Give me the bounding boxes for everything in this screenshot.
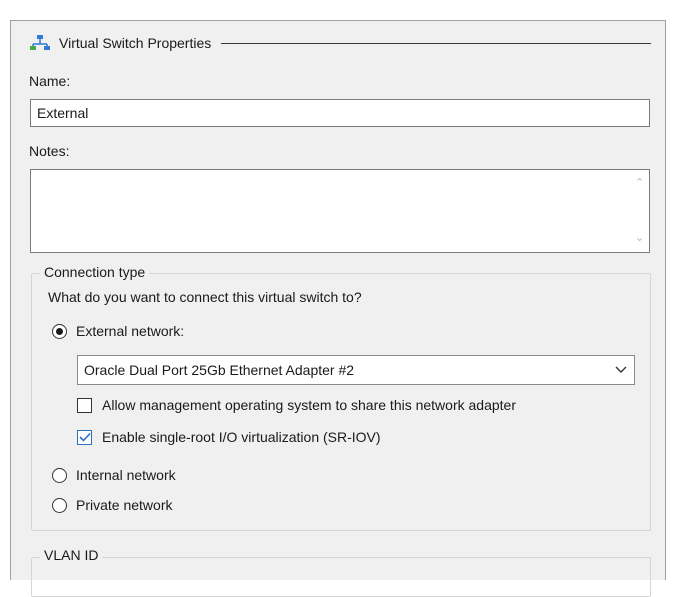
notes-label: Notes: [29, 143, 70, 159]
network-switch-icon [30, 35, 50, 50]
radio-internal-network[interactable]: Internal network [52, 467, 176, 483]
radio-button[interactable] [52, 497, 67, 513]
scroll-down-icon[interactable]: ⌄ [635, 233, 644, 244]
radio-button-selected[interactable] [52, 323, 67, 339]
checkbox-unchecked[interactable] [77, 397, 92, 413]
checkbox-enable-sr-iov[interactable]: Enable single-root I/O virtualization (S… [77, 429, 381, 445]
checkbox-allow-management-os[interactable]: Allow management operating system to sha… [77, 397, 516, 413]
connection-question: What do you want to connect this virtual… [48, 289, 362, 305]
radio-label: Internal network [76, 467, 176, 483]
radio-label: Private network [76, 497, 173, 513]
radio-label: External network: [76, 323, 185, 339]
checkbox-label: Enable single-root I/O virtualization (S… [102, 429, 381, 445]
radio-button[interactable] [52, 467, 67, 483]
section-title: Virtual Switch Properties [59, 35, 212, 51]
virtual-switch-properties-panel: Virtual Switch Properties Name: Notes: ⌃… [10, 20, 666, 597]
check-icon [78, 432, 91, 442]
section-header: Virtual Switch Properties [29, 33, 651, 53]
vlan-id-legend: VLAN ID [40, 547, 103, 563]
chevron-down-icon[interactable] [608, 356, 634, 384]
radio-private-network[interactable]: Private network [52, 497, 172, 513]
radio-external-network[interactable]: External network: [52, 323, 184, 339]
checkbox-checked[interactable] [77, 429, 92, 445]
connection-type-legend: Connection type [40, 264, 150, 280]
notes-scrollbar[interactable]: ⌃ ⌄ [631, 170, 649, 252]
name-input[interactable] [30, 99, 650, 127]
vlan-id-group [31, 557, 651, 597]
select-value: Oracle Dual Port 25Gb Ethernet Adapter #… [84, 362, 355, 378]
name-label: Name: [29, 73, 71, 89]
notes-textarea[interactable]: ⌃ ⌄ [30, 169, 650, 253]
scroll-up-icon[interactable]: ⌃ [635, 178, 644, 189]
network-adapter-select[interactable]: Oracle Dual Port 25Gb Ethernet Adapter #… [77, 355, 635, 385]
checkbox-label: Allow management operating system to sha… [102, 397, 516, 413]
header-divider [221, 42, 651, 44]
